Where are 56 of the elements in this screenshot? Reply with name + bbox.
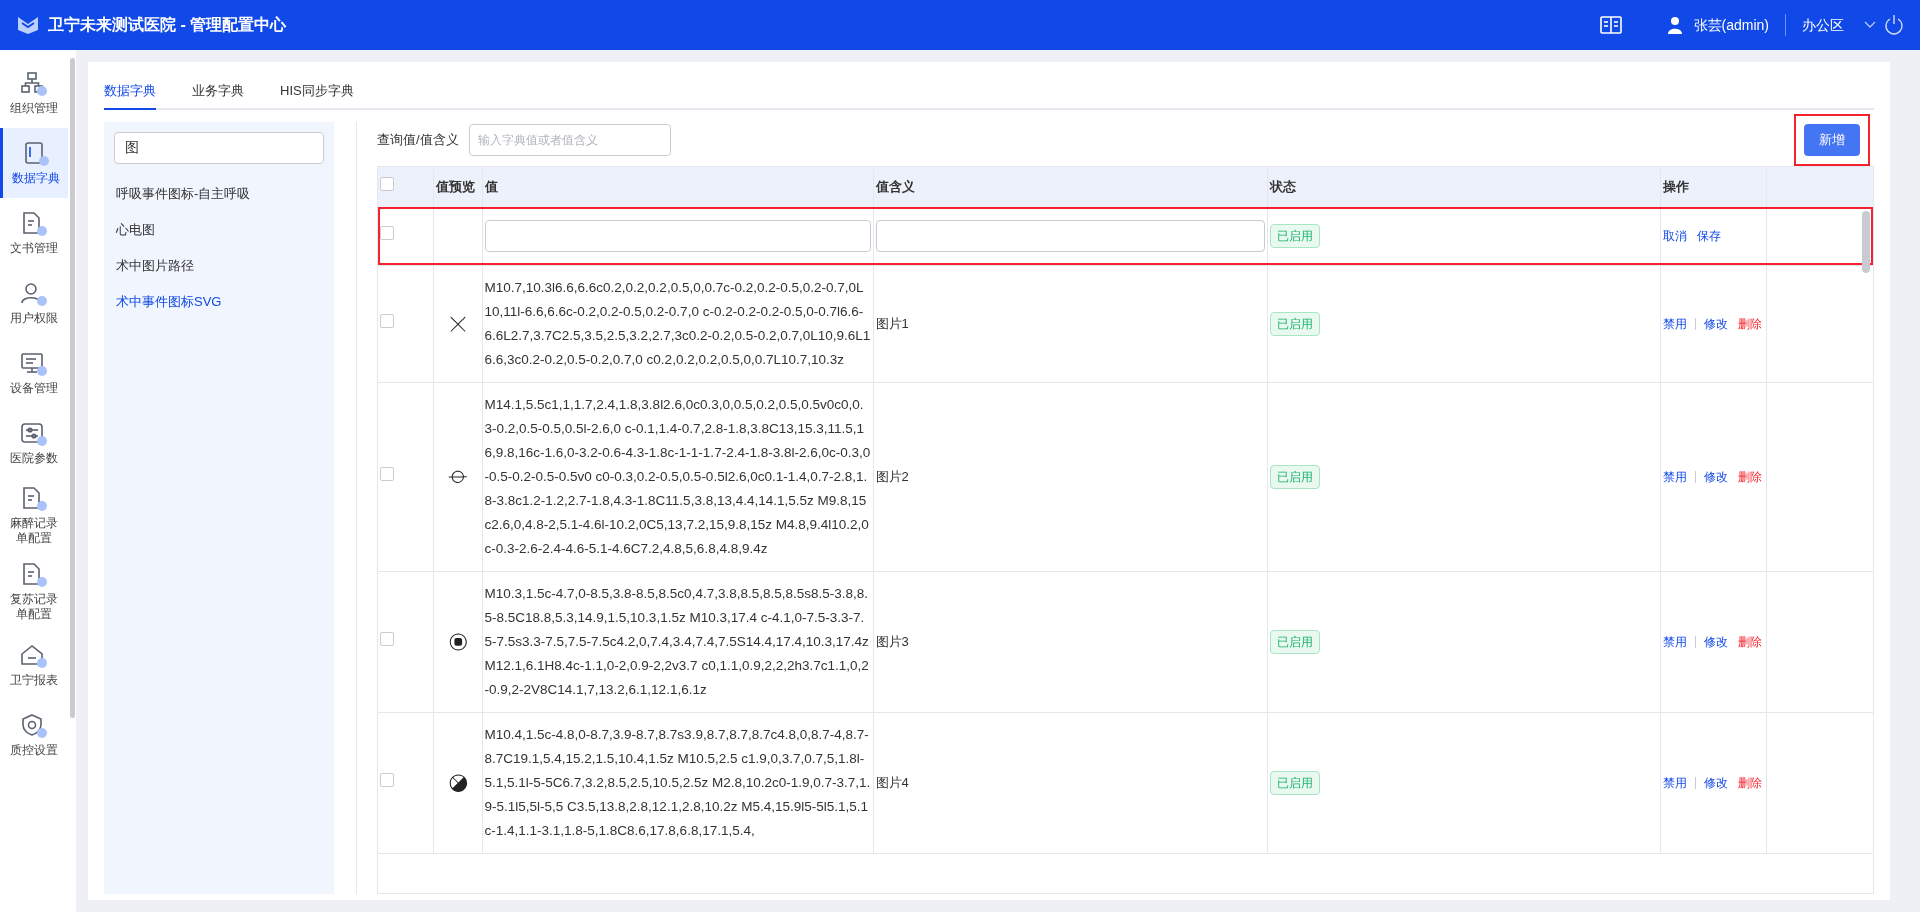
action-link[interactable]: 删除 <box>1737 467 1762 486</box>
query-label: 查询值/值含义 <box>377 131 459 150</box>
nav-item[interactable]: 组织管理 <box>0 58 68 128</box>
tab[interactable]: HIS同步字典 <box>280 80 354 110</box>
column-header: 操作 <box>1662 179 1689 195</box>
status-badge: 已启用 <box>1269 770 1320 795</box>
nav-item[interactable]: 文书管理 <box>0 198 68 268</box>
status-badge: 已启用 <box>1269 311 1320 336</box>
nav-item[interactable]: 用户权限 <box>0 268 68 338</box>
action-link[interactable]: 删除 <box>1737 632 1762 651</box>
dictionary-item[interactable]: 心电图 <box>114 212 324 248</box>
action-link[interactable]: 修改 <box>1703 467 1728 486</box>
svg-path-text: M10.7,10.3l6.6,6.6c0.2,0.2,0.2,0.5,0,0.7c-0.2,0.2-0.5,0.2-0.7,0L10,11l-6.6,6.6c-0.2,0.2-0.5,0.2-0.7,0 c-0.2-0.2-0.2-0.5,0-0.7l6.6-6.6L2.7,3.7C2.5,3.5,2.5,3.2,2.7,3c0.2-0.2,0.5-0.2,0.7,0L10,9.6L16.6,3c0.2-0.2,0.5-0.2,0.7,0 c0.2,0.2,0.2,0.5,0,0.7L10.7,10.3z <box>484 278 871 369</box>
tab[interactable]: 数据字典 <box>104 80 156 110</box>
app-title: 卫宁未来测试医院 - 管理配置中心 <box>48 15 287 35</box>
action-link[interactable]: 保存 <box>1696 226 1721 245</box>
svg-path-text: M14.1,5.5c1,1,1.7,2.4,1.8,3.8l2.6,0c0.3,0,0.5,0.2,0.5,0.5v0c0,0.3-0.2,0.5-0.5,0.5l-2.6,0 c-0.1,1.4-0.7,2.8-1.8,3.8C13,15.3,11.5,16,9.8,16c-1.6,0-3.2-0.6-4.3-1.8c-1-1-1.7-2.4-1.8-3.8l-2.6,0c-0.3,0-0.5-0.2-0.5-0.5v0 c0-0.3,0.2-0.5,0.5-0.5l2.6,0c0.1-1.4,0.7-2.8,1.8-3.8c1.2-1.2,2.7-1.8,4.3-1.8C11.5,3.8,13,4.4,14.1,5.5z M9.8,15 c2.6,0,4.8-2,5.1-4.6l-10.2,0C5,13,7.2,15,9.8,15z M4.8,9.4l10.2,0c-0.3-2.6-2.4-4.6-5.1-4.6C7.2,4.8,5,6.8,4.8,9.4z <box>484 395 871 558</box>
nav-item[interactable]: 麻醉记录单配置 <box>0 478 68 554</box>
nav-item[interactable]: 医院参数 <box>0 408 68 478</box>
nav-item[interactable]: 设备管理 <box>0 338 68 408</box>
svg-path-text: M10.4,1.5c-4.8,0-8.7,3.9-8.7,8.7s3.9,8.7,8.7,8.7c4.8,0,8.7-4,8.7-8.7C19.1,5.4,15.2,1.5,10.4,1.5z M10.5,2.5 c1.9,0,3.7,0.7,5,1.8l-5.1,5.1l-5-5C6.7,3.2,8.5,2.5,10.5,2.5z M2.8,10.2c0-1.9,0.7-3.7,1.9-5.1l5,5l-5,5 C3.5,13.8,2.8,12.1,2.8,10.2z M5.4,15.9l5-5l5.1,5.1c-1.4,1.1-3.1,1.8-5,1.8C8.6,17.8,6.8,17.1,5.4, <box>484 725 871 840</box>
table-cell: 图片3 <box>875 633 909 649</box>
nav-item[interactable]: 复苏记录单配置 <box>0 554 68 630</box>
action-link[interactable]: 修改 <box>1703 773 1728 792</box>
action-link[interactable]: 删除 <box>1737 314 1762 333</box>
dictionary-item[interactable]: 术中图片路径 <box>114 248 324 284</box>
action-link[interactable]: 取消 <box>1662 226 1687 245</box>
column-header: 值预览 <box>435 179 475 195</box>
table-cell: 图片2 <box>875 468 909 484</box>
column-header: 值 <box>484 179 498 195</box>
action-link[interactable]: 修改 <box>1703 314 1728 333</box>
action-link[interactable]: 禁用 <box>1662 314 1687 333</box>
table-cell: 图片4 <box>875 774 909 790</box>
action-link[interactable]: 禁用 <box>1662 632 1687 651</box>
nav-item[interactable]: 质控设置 <box>0 700 68 770</box>
dictionary-item[interactable]: 呼吸事件图标-自主呼吸 <box>114 176 324 212</box>
nav-item[interactable]: 数据字典 <box>0 128 68 198</box>
action-link[interactable]: 修改 <box>1703 632 1728 651</box>
column-header: 值含义 <box>875 179 915 195</box>
status-badge: 已启用 <box>1269 223 1320 248</box>
dictionary-item[interactable]: 术中事件图标SVG <box>114 284 324 320</box>
status-badge: 已启用 <box>1269 629 1320 654</box>
action-link[interactable]: 禁用 <box>1662 773 1687 792</box>
user-name[interactable]: 张芸(admin) <box>1693 14 1769 36</box>
nav-item[interactable]: 卫宁报表 <box>0 630 68 700</box>
table-cell: 图片1 <box>875 315 909 331</box>
tab[interactable]: 业务字典 <box>192 80 244 110</box>
action-link[interactable]: 禁用 <box>1662 467 1687 486</box>
action-link[interactable]: 删除 <box>1737 773 1762 792</box>
column-header: 状态 <box>1269 179 1296 195</box>
area-selector[interactable]: 办公区 <box>1802 14 1844 36</box>
add-button[interactable]: 新增 <box>1804 124 1860 156</box>
svg-path-text: M10.3,1.5c-4.7,0-8.5,3.8-8.5,8.5c0,4.7,3.8,8.5,8.5,8.5s8.5-3.8,8.5-8.5C18.8,5.3,14.9,1.5,10.3,1.5z M10.3,17.4 c-4.1,0-7.5-3.3-7.5-7.5s3.3-7.5,7.5-7.5c4.2,0,7.4,3.4,7.4,7.5S14.4,17.4,10.3,17.4z M12.1,6.1H8.4c-1.1,0-2,0.9-2,2v3.7 c0,1.1,0.9,2,2,2h3.7c1.1,0,2-0.9,2-2V8C14.1,7,13.2,6.1,12.1,6.1z <box>484 584 870 699</box>
dictionary-search-field[interactable]: 图 <box>114 132 324 164</box>
status-badge: 已启用 <box>1269 464 1320 489</box>
query-field[interactable]: 输入字典值或者值含义 <box>468 124 671 156</box>
